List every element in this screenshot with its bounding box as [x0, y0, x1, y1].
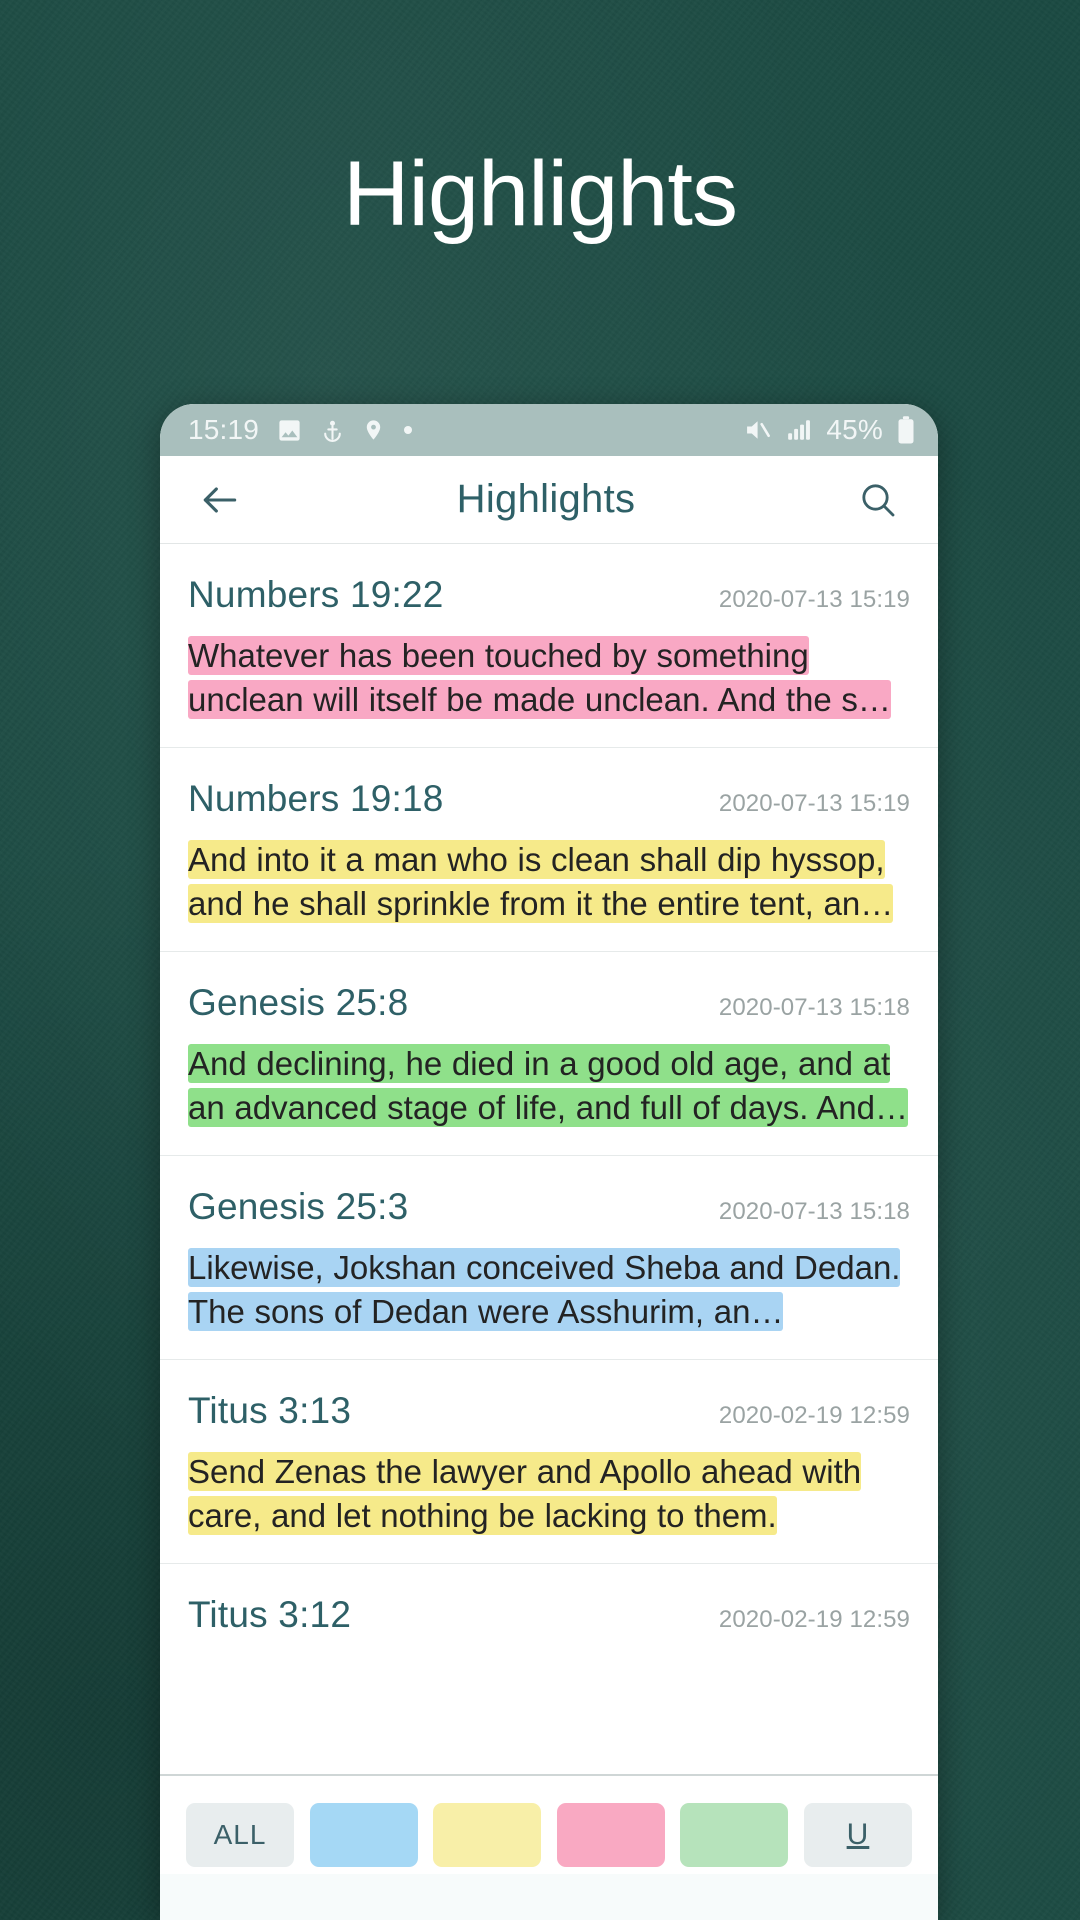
signal-bars-icon [785, 417, 813, 443]
anchor-icon [320, 417, 345, 444]
status-bar-clock: 15:19 [188, 414, 260, 445]
verse-reference: Numbers 19:22 [188, 574, 444, 615]
filter-all-label: ALL [213, 1819, 267, 1850]
list-item-header: Genesis 25:3 2020-07-13 15:18 [188, 1186, 910, 1228]
search-icon[interactable] [852, 474, 904, 526]
list-item-header: Titus 3:13 2020-02-19 12:59 [188, 1390, 910, 1432]
list-item[interactable]: Genesis 25:8 2020-07-13 15:18 And declin… [160, 952, 938, 1157]
highlight-timestamp: 2020-07-13 15:19 [718, 586, 910, 613]
battery-icon [896, 415, 916, 445]
verse-text: When I send Artemas or Tychicus to you, … [188, 1654, 910, 1656]
highlight-mark: And into it a man who is clean shall dip… [188, 840, 894, 923]
color-filter-bar: ALL U [160, 1774, 938, 1920]
status-bar-right: 45% [742, 414, 916, 446]
dot-icon [402, 424, 414, 436]
phone-mockup: 15:19 45% Highlights Numbers 19:22 2020-… [160, 404, 938, 1920]
verse-text: Whatever has been touched by something u… [188, 634, 910, 721]
filter-blue[interactable] [309, 1803, 418, 1867]
highlight-timestamp: 2020-02-19 12:59 [718, 1606, 910, 1634]
highlight-mark: Send Zenas the lawyer and Apollo ahead w… [188, 1452, 862, 1535]
list-item[interactable]: Titus 3:12 2020-02-19 12:59 When I send … [160, 1564, 938, 1656]
verse-text: And declining, he died in a good old age… [188, 1042, 910, 1129]
filter-underline-label: U [846, 1818, 870, 1851]
filter-green[interactable] [680, 1803, 789, 1867]
highlight-mark: Likewise, Jokshan conceived Sheba and De… [188, 1248, 901, 1331]
filter-underline[interactable]: U [803, 1803, 912, 1867]
highlight-timestamp: 2020-02-19 12:59 [718, 1402, 910, 1430]
verse-text: Likewise, Jokshan conceived Sheba and De… [188, 1246, 910, 1333]
status-bar-left: 15:19 [188, 414, 742, 446]
mute-icon [742, 416, 772, 444]
toolbar-title: Highlights [456, 477, 636, 521]
verse-reference: Titus 3:13 [188, 1390, 352, 1432]
list-item-header: Numbers 19:18 2020-07-13 15:19 [188, 778, 910, 820]
highlight-mark: And declining, he died in a good old age… [188, 1044, 908, 1127]
list-item[interactable]: Numbers 19:18 2020-07-13 15:19 And into … [160, 748, 938, 953]
verse-reference: Genesis 25:3 [188, 1186, 409, 1228]
list-item[interactable]: Genesis 25:3 2020-07-13 15:18 Likewise, … [160, 1156, 938, 1361]
highlight-timestamp: 2020-07-13 15:18 [718, 994, 910, 1022]
list-item-header: Titus 3:12 2020-02-19 12:59 [188, 1594, 910, 1636]
image-icon [276, 417, 303, 444]
list-item-header: Numbers 19:22 2020-07-13 15:19 [188, 574, 910, 616]
page-title: Highlights [343, 143, 738, 245]
highlights-list[interactable]: Numbers 19:22 2020-07-13 15:19 Whatever … [160, 544, 938, 1656]
app-toolbar: Highlights [160, 456, 938, 544]
back-arrow-icon[interactable] [194, 474, 246, 526]
verse-reference: Titus 3:12 [188, 1594, 352, 1636]
list-item-header: Genesis 25:8 2020-07-13 15:18 [188, 982, 910, 1024]
list-item[interactable]: Numbers 19:22 2020-07-13 15:19 Whatever … [160, 544, 938, 749]
location-pin-icon [362, 416, 385, 444]
verse-reference: Genesis 25:8 [188, 982, 409, 1024]
battery-percent-label: 45% [826, 414, 883, 445]
filter-pink[interactable] [556, 1803, 665, 1867]
status-bar: 15:19 45% [160, 404, 938, 456]
filter-all[interactable]: ALL [186, 1803, 294, 1867]
highlight-timestamp: 2020-07-13 15:19 [718, 790, 910, 818]
list-item[interactable]: Titus 3:13 2020-02-19 12:59 Send Zenas t… [160, 1360, 938, 1565]
highlight-timestamp: 2020-07-13 15:18 [718, 1198, 910, 1226]
highlight-mark: Whatever has been touched by something u… [188, 636, 891, 719]
verse-text: And into it a man who is clean shall dip… [188, 838, 910, 925]
verse-reference: Numbers 19:18 [188, 778, 444, 820]
filter-yellow[interactable] [433, 1803, 542, 1867]
verse-text: Send Zenas the lawyer and Apollo ahead w… [188, 1450, 910, 1537]
